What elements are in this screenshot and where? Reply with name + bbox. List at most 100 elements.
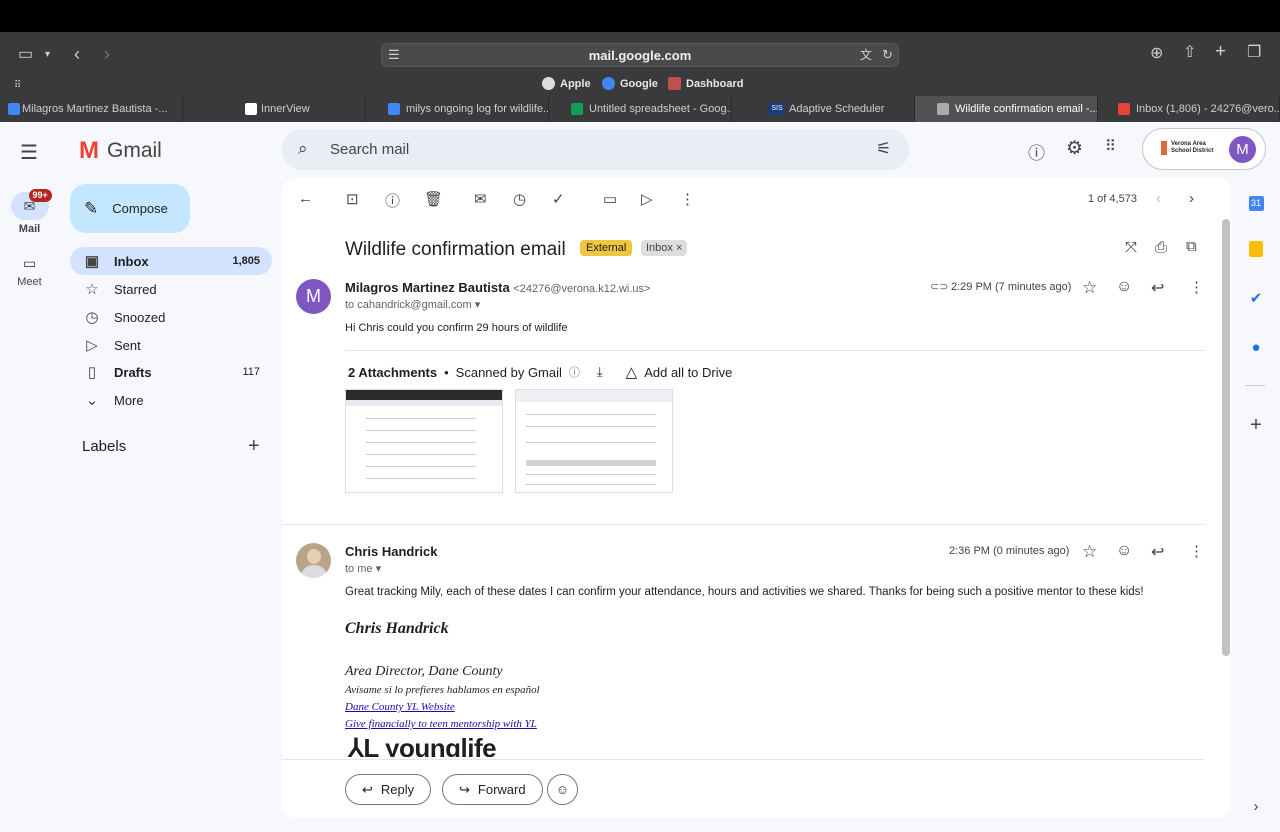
search-icon[interactable]: ⌕ (298, 139, 308, 159)
dashboard-icon (668, 77, 681, 90)
calendar-icon[interactable]: 31 (1243, 193, 1269, 213)
address-bar[interactable]: ☰ mail.google.com 文 ↻ (381, 43, 899, 67)
tab-docs-milagros[interactable]: Milagros Martinez Bautista -... (0, 96, 183, 122)
nav-inbox[interactable]: ▣ Inbox 1,805 (70, 247, 272, 275)
more-vert-icon[interactable]: ⋮ (1189, 542, 1204, 560)
reading-pane: ← ⊡ ⓘ 🗑 ✉ ◷ ✓ ▭ ▷ ⋮ 1 of 4,573 ‹ › Wildl… (282, 178, 1231, 818)
emoji-reaction-icon[interactable]: ☺ (1116, 542, 1132, 560)
tasks-icon[interactable]: ✔ (1243, 289, 1269, 309)
show-panel-icon[interactable]: › (1243, 798, 1269, 818)
separator-dot: • (444, 364, 449, 380)
avatar-body (300, 565, 327, 578)
sender-name[interactable]: Milagros Martinez Bautista (345, 280, 510, 295)
star-icon[interactable]: ☆ (1082, 542, 1097, 562)
rail-mail[interactable]: ✉ 99+ Mail (0, 189, 59, 235)
attachment-thumbnail[interactable] (515, 389, 673, 493)
mark-unread-icon[interactable]: ✉ (474, 190, 487, 208)
browser-chrome: ▭ ▾ ‹ › ⠿ ☰ mail.google.com 文 ↻ ⊕ ⇧ + ❐ … (0, 32, 1280, 122)
nav-starred[interactable]: ☆ Starred (70, 275, 272, 303)
account-switcher[interactable]: Verona Area School District M (1142, 128, 1266, 170)
reply-button[interactable]: ↩ Reply (345, 774, 432, 805)
add-task-icon[interactable]: ✓ (552, 190, 565, 208)
keep-icon[interactable] (1243, 241, 1269, 261)
share-icon[interactable]: ⇧ (1183, 45, 1196, 61)
apps-icon[interactable]: ⠿ (1105, 137, 1116, 155)
grid-icon[interactable]: ⠿ (14, 78, 21, 94)
yl-website-link[interactable]: Dane County YL Website (345, 701, 455, 713)
download-icon[interactable]: ⊕ (1150, 46, 1163, 62)
move-to-icon[interactable]: ▭ (603, 190, 617, 208)
nav-snoozed[interactable]: ◷ Snoozed (70, 303, 272, 331)
add-label-icon[interactable]: + (248, 435, 260, 458)
trash-icon[interactable]: 🗑 (424, 190, 443, 208)
back-icon[interactable]: ‹ (74, 45, 80, 63)
tab-overview-icon[interactable]: ❐ (1247, 45, 1261, 61)
tab-adaptive-scheduler[interactable]: SIS Adaptive Scheduler (732, 96, 915, 122)
contacts-icon[interactable]: ● (1243, 339, 1269, 359)
give-financially-link[interactable]: Give financially to teen mentorship with… (345, 718, 537, 730)
tab-wildlife-email[interactable]: Wildlife confirmation email -... (915, 96, 1098, 122)
sender-name[interactable]: Chris Handrick (345, 544, 437, 559)
reply-icon[interactable]: ↩ (1151, 278, 1164, 298)
chevron-down-icon[interactable]: ▾ (45, 47, 50, 63)
scrollbar-thumb[interactable] (1222, 219, 1230, 656)
new-tab-icon[interactable]: + (1215, 42, 1226, 61)
help-icon[interactable]: ⓘ (1028, 139, 1045, 164)
search-input[interactable]: Search mail (330, 141, 409, 158)
drive-add-icon[interactable]: △ (626, 363, 638, 381)
gmail-logo[interactable]: M Gmail (79, 137, 162, 165)
add-addon-icon[interactable]: + (1243, 414, 1269, 436)
rail-meet[interactable]: ▭ Meet (0, 255, 59, 288)
nav-more[interactable]: ⌄ More (70, 386, 272, 414)
sender-email: <24276@verona.k12.wi.us> (513, 283, 651, 295)
tab-inbox[interactable]: Inbox (1,806) - 24276@vero... (1098, 96, 1280, 122)
collapse-all-icon[interactable]: ⤧ (1125, 239, 1137, 256)
print-icon[interactable]: ⎙ (1155, 239, 1167, 256)
chevron-down-icon: ▾ (474, 299, 481, 311)
reply-icon: ↩ (362, 781, 373, 797)
nav-count: 1,805 (232, 255, 260, 267)
recipient-line[interactable]: to cahandrick@gmail.com ▾ (345, 298, 480, 311)
compose-button[interactable]: ✎ Compose (70, 184, 190, 233)
favorite-google[interactable]: Google (602, 77, 658, 90)
emoji-react-button[interactable]: ☺ (547, 774, 578, 805)
recipient-line[interactable]: to me ▾ (345, 562, 381, 575)
add-to-drive-button[interactable]: Add all to Drive (644, 365, 732, 380)
more-vert-icon[interactable]: ⋮ (1189, 278, 1204, 296)
translate-icon[interactable]: 文 (860, 47, 872, 63)
more-vert-icon[interactable]: ⋮ (680, 190, 695, 208)
search-bar[interactable]: ⌕ Search mail ⚟ (282, 129, 909, 170)
tab-innerview[interactable]: InnerView (183, 96, 366, 122)
favorite-dashboard[interactable]: Dashboard (668, 77, 743, 90)
gear-icon[interactable]: ⚙ (1066, 137, 1083, 160)
reply-icon[interactable]: ↩ (1151, 542, 1164, 562)
nav-sent[interactable]: ▷ Sent (70, 331, 272, 359)
report-spam-icon[interactable]: ⓘ (385, 190, 400, 211)
inbox-label-chip[interactable]: Inbox × (641, 240, 688, 256)
forward-button[interactable]: ↪ Forward (442, 774, 543, 805)
forward-icon[interactable]: › (104, 45, 110, 63)
tab-docs-log[interactable]: milys ongoing log for wildlife... (366, 96, 549, 122)
older-icon[interactable]: › (1189, 190, 1194, 207)
archive-icon[interactable]: ⊡ (346, 190, 359, 208)
info-icon[interactable]: ⓘ (569, 364, 580, 380)
label-icon[interactable]: ▷ (641, 190, 653, 208)
nav-drafts[interactable]: ▯ Drafts 117 (70, 358, 272, 386)
star-icon[interactable]: ☆ (1082, 278, 1097, 298)
back-arrow-icon[interactable]: ← (298, 190, 313, 207)
open-new-window-icon[interactable]: ⧉ (1186, 238, 1197, 255)
sender-avatar[interactable] (296, 543, 331, 578)
favorite-apple[interactable]: Apple (542, 77, 591, 90)
search-options-icon[interactable]: ⚟ (876, 139, 891, 159)
emoji-reaction-icon[interactable]: ☺ (1116, 278, 1132, 296)
newer-icon[interactable]: ‹ (1156, 190, 1161, 207)
sidebar-toggle-icon[interactable]: ▭ (18, 47, 33, 63)
thumb-line (366, 466, 476, 467)
snooze-icon[interactable]: ◷ (513, 190, 526, 208)
tab-sheets[interactable]: Untitled spreadsheet - Goog... (549, 96, 732, 122)
reload-icon[interactable]: ↻ (882, 47, 893, 63)
menu-icon[interactable]: ☰ (20, 140, 38, 165)
sender-avatar[interactable]: M (296, 279, 331, 314)
attachment-thumbnail[interactable] (345, 389, 503, 493)
download-all-icon[interactable]: ⤓ (597, 364, 603, 380)
